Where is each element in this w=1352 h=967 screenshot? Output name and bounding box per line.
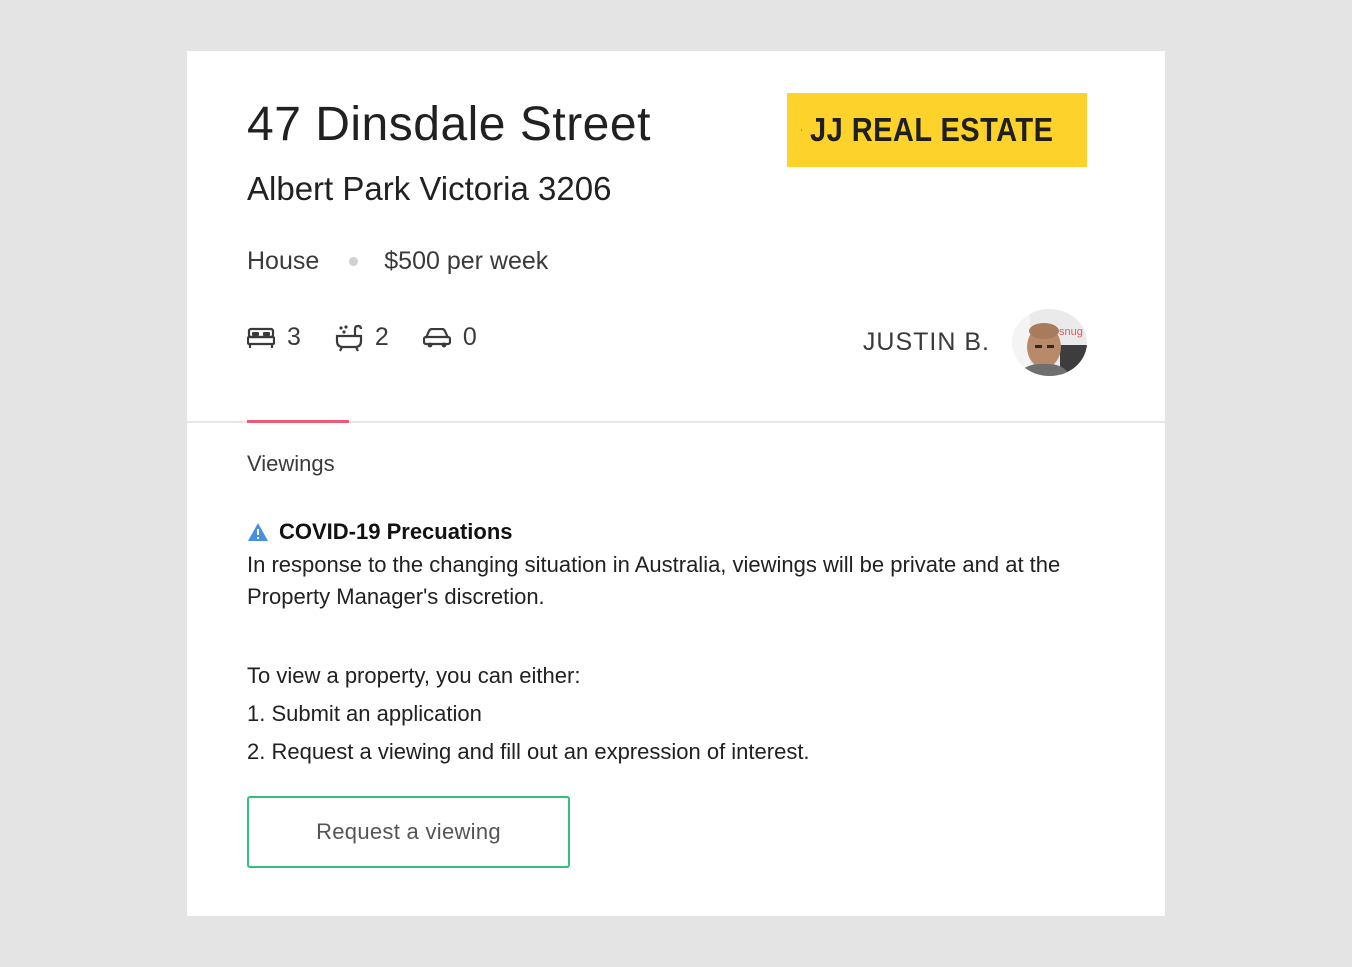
bedrooms-feature: 3 <box>247 323 301 352</box>
property-type: House <box>247 247 320 275</box>
separator-dot <box>349 257 359 266</box>
property-meta: House $500 per week <box>247 247 548 276</box>
instructions-option-1: 1. Submit an application <box>247 701 482 726</box>
request-viewing-button[interactable]: Request a viewing <box>247 796 570 868</box>
bath-icon <box>335 324 363 351</box>
property-price: $500 per week <box>384 247 549 275</box>
warning-icon <box>248 523 268 541</box>
bathrooms-count: 2 <box>374 323 389 351</box>
agent-name: JUSTIN B. <box>862 328 990 356</box>
tab-viewings[interactable]: Viewings <box>247 451 335 477</box>
instructions-intro: To view a property, you can either: <box>247 663 581 688</box>
tab-active-indicator <box>247 420 349 423</box>
covid-notice-title: COVID-19 Precuations <box>247 519 513 545</box>
property-features: 3 2 0 <box>247 323 511 352</box>
agency-logo-icon <box>801 129 803 131</box>
property-suburb: Albert Park Victoria 3206 <box>247 170 612 207</box>
covid-notice-body: In response to the changing situation in… <box>247 552 1061 609</box>
parking-count: 0 <box>462 323 477 351</box>
agency-logo-text: JJ REAL ESTATE <box>810 111 1054 148</box>
agent-avatar[interactable]: snug <box>1012 309 1087 376</box>
parking-feature: 0 <box>422 323 477 352</box>
property-card: 47 Dinsdale Street Albert Park Victoria … <box>187 51 1165 916</box>
car-icon <box>422 327 451 347</box>
viewing-instructions: To view a property, you can either: 1. S… <box>247 657 810 771</box>
bed-icon <box>247 327 275 348</box>
covid-title-text: COVID-19 Precuations <box>279 519 513 544</box>
instructions-option-2: 2. Request a viewing and fill out an exp… <box>247 739 810 764</box>
bedrooms-count: 3 <box>287 323 301 351</box>
bathrooms-feature: 2 <box>335 323 389 352</box>
agent-info[interactable]: JUSTIN B. snug <box>863 309 1087 376</box>
avatar-badge-text: snug <box>1059 326 1083 338</box>
agency-logo: JJ REAL ESTATE <box>787 93 1087 167</box>
property-street: 47 Dinsdale Street <box>247 98 651 151</box>
